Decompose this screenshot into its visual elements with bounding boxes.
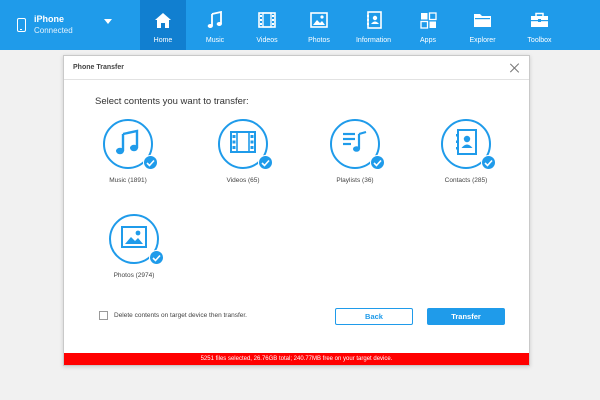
- content-item-label: Photos (2974): [113, 272, 155, 279]
- tab-photos[interactable]: Photos: [293, 0, 345, 50]
- contacts-icon: [455, 128, 477, 160]
- photo-icon: [309, 10, 329, 30]
- checkmark-icon[interactable]: [258, 155, 273, 170]
- close-icon[interactable]: [510, 63, 520, 73]
- phone-transfer-dialog: Phone Transfer Select contents you want …: [63, 55, 530, 366]
- content-item-music[interactable]: Music (1891): [73, 119, 183, 184]
- main-tabs: Home Music Videos Photos Information App…: [128, 0, 568, 50]
- tab-explorer[interactable]: Explorer: [454, 0, 511, 50]
- checkmark-icon[interactable]: [481, 155, 496, 170]
- tab-apps[interactable]: Apps: [402, 0, 454, 50]
- content-item-label: Contacts (285): [444, 177, 488, 184]
- content-item-videos[interactable]: Videos (65): [188, 119, 298, 184]
- checkmark-icon[interactable]: [149, 250, 164, 265]
- chevron-down-icon[interactable]: [104, 19, 112, 24]
- playlist-icon: [342, 130, 368, 159]
- content-item-contacts[interactable]: Contacts (285): [411, 119, 521, 184]
- phone-icon: [17, 18, 26, 32]
- checkmark-icon[interactable]: [143, 155, 158, 170]
- dialog-title: Phone Transfer: [73, 64, 124, 71]
- status-bar: 5251 files selected, 26.76GB total; 240.…: [64, 353, 529, 365]
- delete-contents-label: Delete contents on target device then tr…: [114, 312, 247, 319]
- delete-contents-option[interactable]: Delete contents on target device then tr…: [99, 311, 247, 320]
- contacts-icon: [364, 10, 384, 30]
- content-item-label: Playlists (36): [336, 177, 374, 184]
- photo-icon: [121, 225, 147, 253]
- device-selector[interactable]: iPhone Connected: [0, 0, 128, 50]
- music-icon: [115, 129, 141, 160]
- transfer-button[interactable]: Transfer: [427, 308, 505, 325]
- tab-videos[interactable]: Videos: [241, 0, 293, 50]
- folder-icon: [473, 10, 493, 30]
- device-status: Connected: [34, 26, 73, 35]
- content-item-photos[interactable]: Photos (2974): [79, 214, 189, 279]
- dialog-header: Phone Transfer: [64, 56, 529, 80]
- dialog-prompt: Select contents you want to transfer:: [95, 96, 249, 107]
- device-name: iPhone: [34, 14, 65, 24]
- content-item-label: Music (1891): [109, 177, 147, 184]
- music-icon: [205, 10, 225, 30]
- delete-contents-checkbox[interactable]: [99, 311, 108, 320]
- toolbox-icon: [530, 10, 550, 30]
- checkmark-icon[interactable]: [370, 155, 385, 170]
- content-item-label: Videos (65): [226, 177, 260, 184]
- tab-music[interactable]: Music: [189, 0, 241, 50]
- back-button[interactable]: Back: [335, 308, 413, 325]
- home-icon: [153, 10, 173, 30]
- top-bar: iPhone Connected Home Music Videos Photo…: [0, 0, 600, 50]
- tab-toolbox[interactable]: Toolbox: [511, 0, 568, 50]
- apps-icon: [418, 10, 438, 30]
- tab-home[interactable]: Home: [140, 0, 186, 50]
- film-icon: [230, 130, 256, 158]
- tab-information[interactable]: Information: [345, 0, 402, 50]
- content-item-playlists[interactable]: Playlists (36): [300, 119, 410, 184]
- film-icon: [257, 10, 277, 30]
